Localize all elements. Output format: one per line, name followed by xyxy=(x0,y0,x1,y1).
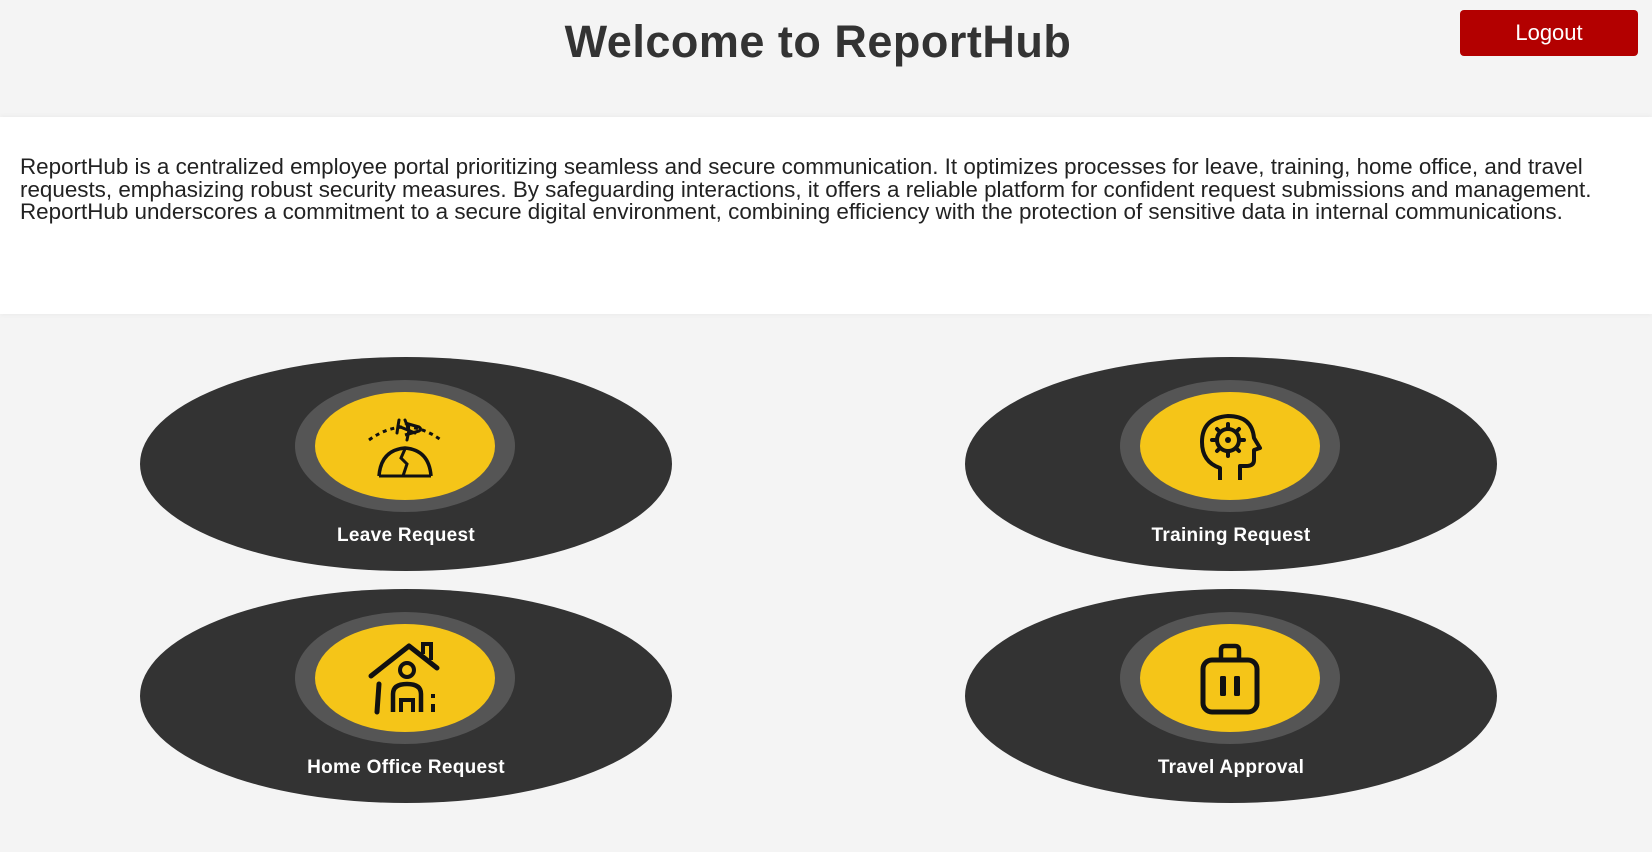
leave-request-card[interactable]: Leave Request xyxy=(140,357,672,571)
icon-ring xyxy=(295,380,515,512)
icon-disc xyxy=(315,624,495,732)
suitcase-icon xyxy=(1200,643,1260,715)
card-label: Home Office Request xyxy=(307,757,505,778)
icon-disc xyxy=(1140,624,1320,732)
icon-disc xyxy=(315,392,495,500)
card-label: Travel Approval xyxy=(1157,757,1305,778)
icon-ring xyxy=(1120,612,1340,744)
training-request-card[interactable]: Training Request xyxy=(965,357,1497,571)
page-title: Welcome to ReportHub xyxy=(564,16,1072,67)
intro-panel: ReportHub is a centralized employee port… xyxy=(0,117,1652,314)
card-label: Leave Request xyxy=(336,525,475,546)
icon-ring xyxy=(295,612,515,744)
head-gear-icon xyxy=(1200,414,1262,480)
travel-approval-card[interactable]: Travel Approval xyxy=(965,589,1497,803)
intro-text: ReportHub is a centralized employee port… xyxy=(20,154,1592,224)
icon-disc xyxy=(1140,392,1320,500)
header: Welcome to ReportHub Logout xyxy=(0,0,1652,100)
logout-button[interactable]: Logout xyxy=(1460,10,1638,56)
house-person-icon xyxy=(368,642,440,715)
home-office-request-card[interactable]: Home Office Request xyxy=(140,589,672,803)
icon-ring xyxy=(1120,380,1340,512)
airplane-globe-icon xyxy=(368,418,442,478)
card-label: Training Request xyxy=(1151,525,1311,546)
